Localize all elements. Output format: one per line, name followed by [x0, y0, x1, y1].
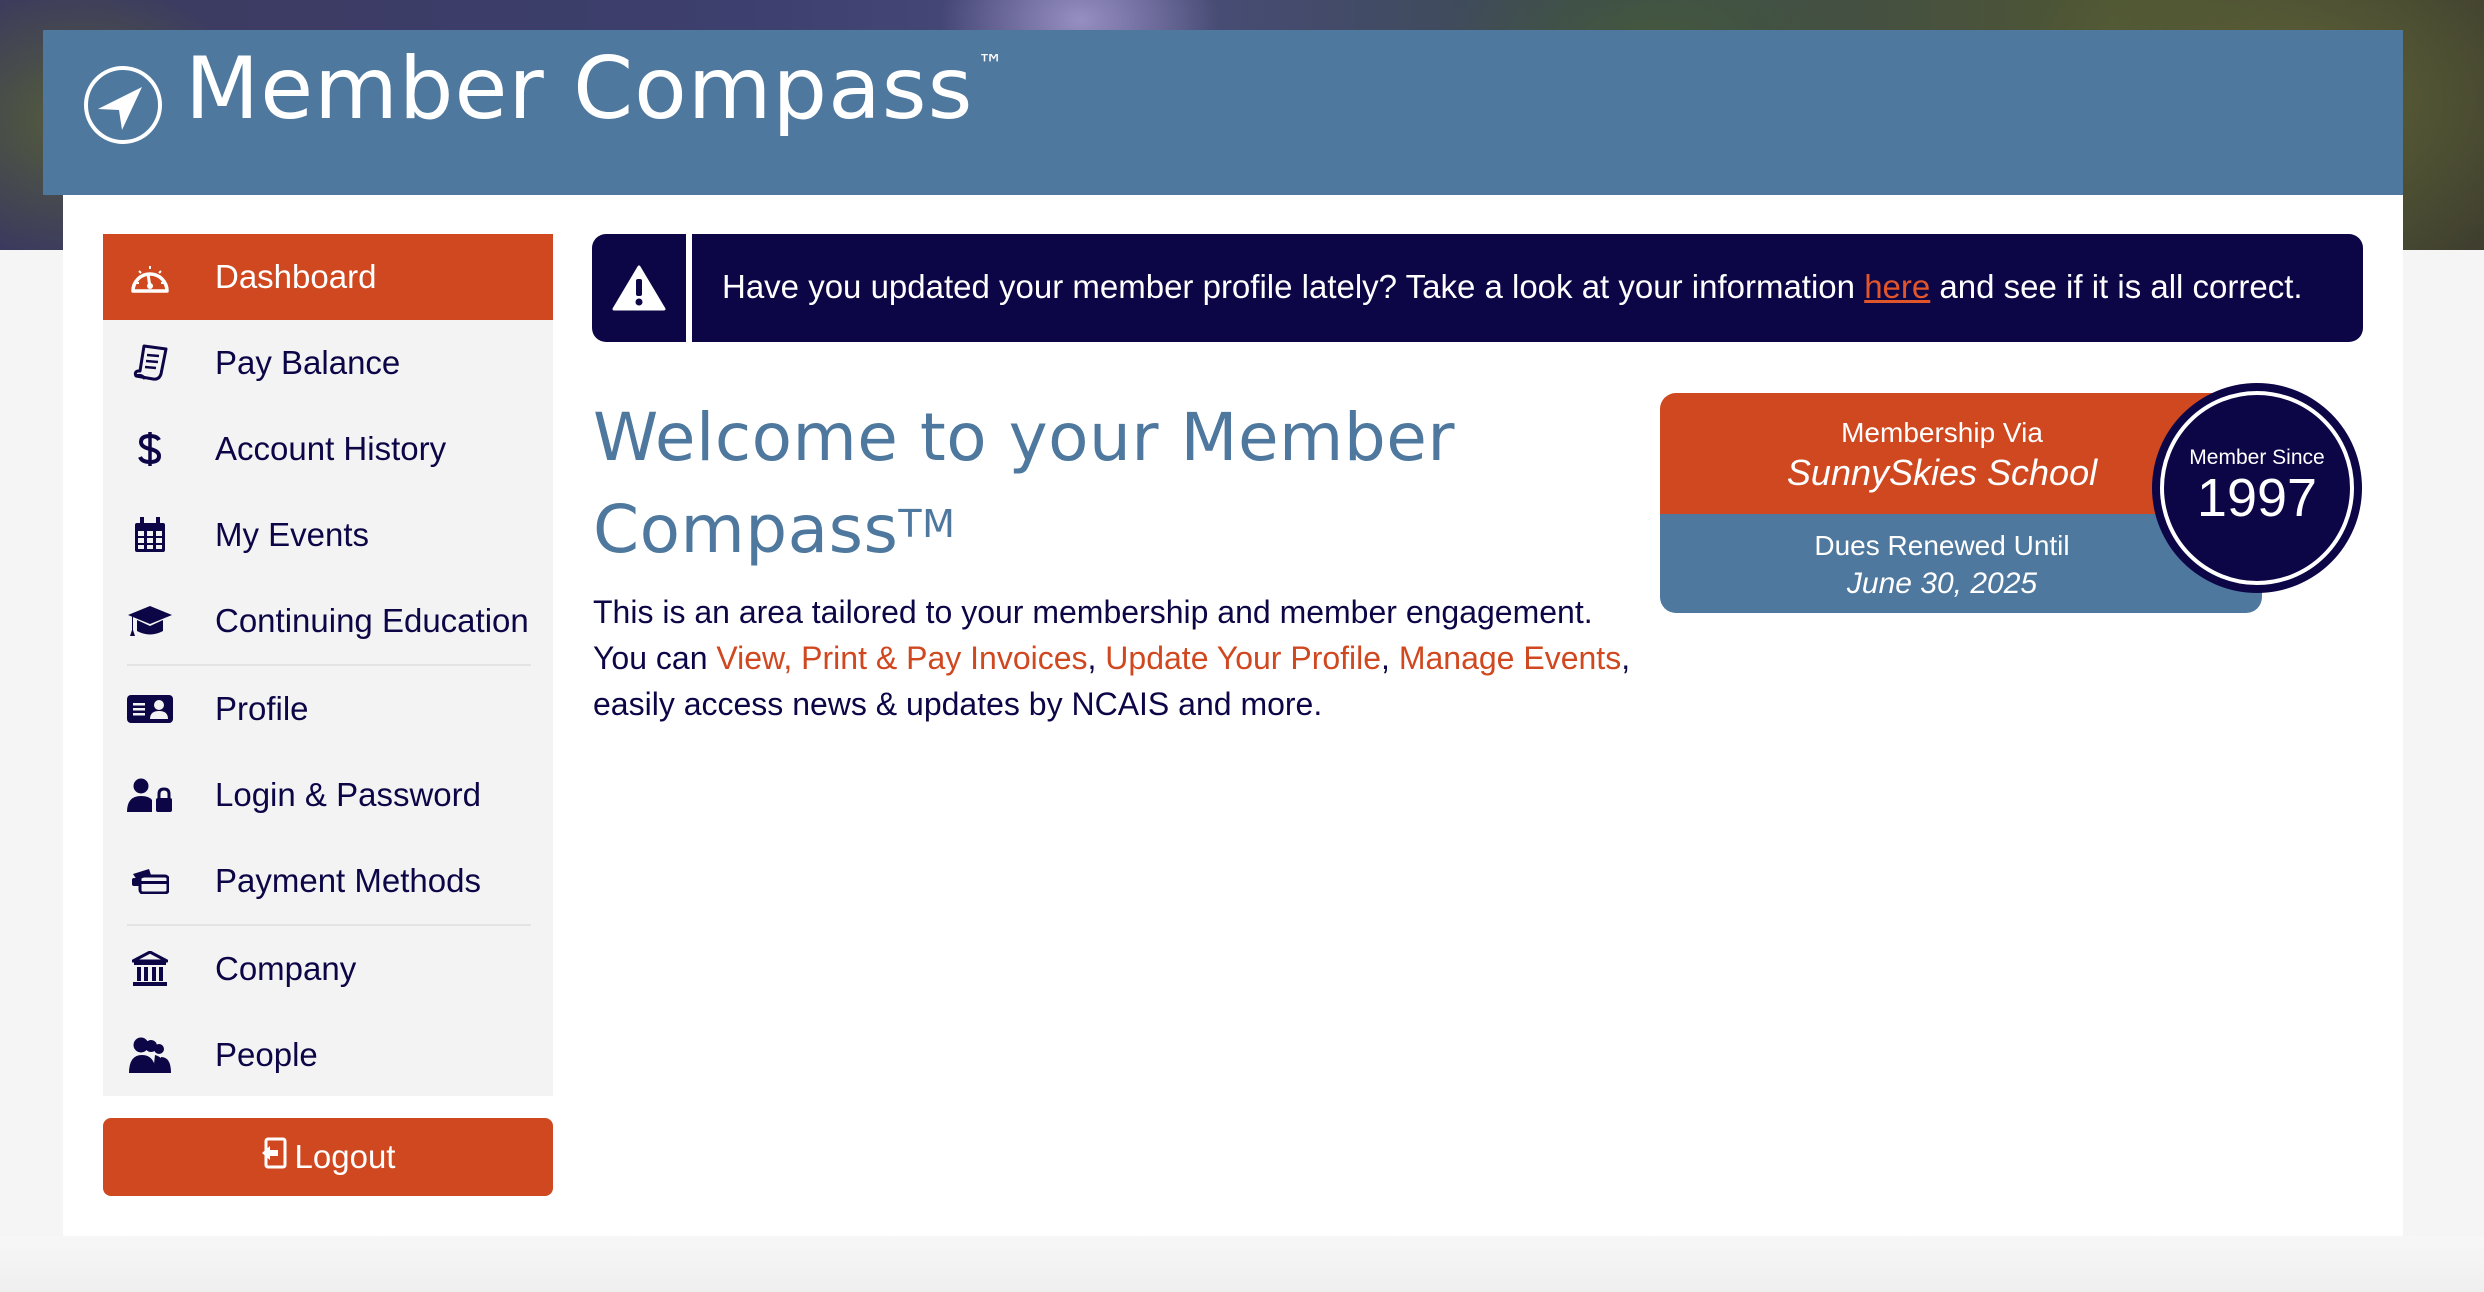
- dollar-icon: [127, 426, 173, 472]
- dues-value: June 30, 2025: [1846, 567, 2038, 600]
- sidebar-item-login-password[interactable]: Login & Password: [103, 752, 553, 838]
- alert-icon-box: [592, 234, 686, 342]
- sidebar-item-label: Profile: [215, 690, 309, 727]
- welcome-description: This is an area tailored to your members…: [593, 594, 1631, 722]
- member-since-label: Member Since: [2189, 446, 2325, 469]
- welcome-heading-line1: Welcome to your Member: [593, 399, 1455, 476]
- warning-triangle-icon: [612, 265, 666, 311]
- sidebar-item-company[interactable]: Company: [103, 926, 553, 1012]
- people-icon: [127, 1032, 173, 1078]
- alert-text-before: Have you updated your member profile lat…: [722, 268, 1856, 305]
- sidebar-item-label: Pay Balance: [215, 344, 401, 381]
- compass-arrow-icon[interactable]: [82, 64, 164, 146]
- welcome-you-can: You can: [593, 640, 708, 676]
- member-since-badge: Member Since 1997: [2152, 383, 2362, 593]
- user-lock-icon: [127, 772, 173, 818]
- sidebar-item-label: Login & Password: [215, 776, 481, 813]
- sidebar-item-label: Payment Methods: [215, 862, 481, 899]
- update-profile-link[interactable]: Update Your Profile: [1105, 640, 1381, 676]
- credit-cards-icon: [127, 858, 173, 904]
- logout-label: Logout: [294, 1138, 396, 1175]
- sidebar-item-payment-methods[interactable]: Payment Methods: [103, 838, 553, 924]
- graduation-cap-icon: [127, 598, 173, 644]
- alert-message: Have you updated your member profile lat…: [692, 234, 2363, 342]
- trademark-mark: ™: [977, 50, 1005, 80]
- alert-text-after: and see if it is all correct.: [1939, 268, 2303, 305]
- sidebar-item-people[interactable]: People: [103, 1012, 553, 1098]
- profile-here-link[interactable]: here: [1864, 268, 1930, 306]
- dues-label: Dues Renewed Until: [1814, 530, 2070, 561]
- logout-button[interactable]: Logout: [103, 1118, 553, 1196]
- sidebar-item-label: Company: [215, 950, 357, 987]
- member-since-year: 1997: [2196, 468, 2318, 528]
- logout-icon: [261, 1137, 287, 1177]
- sidebar-item-label: Continuing Education: [215, 602, 529, 639]
- receipt-icon: [127, 340, 173, 386]
- bank-building-icon: [127, 946, 173, 992]
- sidebar-item-profile[interactable]: Profile: [103, 666, 553, 752]
- sidebar-item-label: Account History: [215, 430, 447, 467]
- sidebar-item-label: My Events: [215, 516, 370, 553]
- membership-via-value: SunnySkies School: [1786, 452, 2098, 493]
- sidebar-item-pay-balance[interactable]: Pay Balance: [103, 320, 553, 406]
- welcome-heading-line2: Compass: [593, 491, 899, 568]
- sidebar-item-continuing-education[interactable]: Continuing Education: [103, 578, 553, 664]
- welcome-outro: easily access news & updates by NCAIS an…: [593, 686, 1323, 722]
- app-title-text: Member Compass: [185, 39, 974, 139]
- sidebar-item-account-history[interactable]: Account History: [103, 406, 553, 492]
- app-title[interactable]: Member Compass ™: [185, 46, 1004, 132]
- invoices-link[interactable]: View, Print & Pay Invoices: [716, 640, 1087, 676]
- sidebar-nav: Dashboard Pay Balance Account History My…: [103, 234, 553, 1096]
- manage-events-link[interactable]: Manage Events: [1399, 640, 1621, 676]
- profile-update-alert: Have you updated your member profile lat…: [592, 234, 2363, 342]
- welcome-intro: This is an area tailored to your members…: [593, 594, 1593, 630]
- dashboard-gauge-icon: [127, 254, 173, 300]
- sidebar-item-label: Dashboard: [215, 258, 377, 295]
- id-card-icon: [127, 686, 173, 732]
- sidebar-item-dashboard[interactable]: Dashboard: [103, 234, 553, 320]
- sidebar-item-my-events[interactable]: My Events: [103, 492, 553, 578]
- welcome-heading: Welcome to your Member CompassTM: [593, 392, 1593, 576]
- sidebar-item-label: People: [215, 1036, 318, 1073]
- calendar-icon: [127, 512, 173, 558]
- membership-via-label: Membership Via: [1841, 417, 2043, 448]
- page-footer-shade: [0, 1236, 2484, 1292]
- trademark-mark: TM: [898, 502, 956, 546]
